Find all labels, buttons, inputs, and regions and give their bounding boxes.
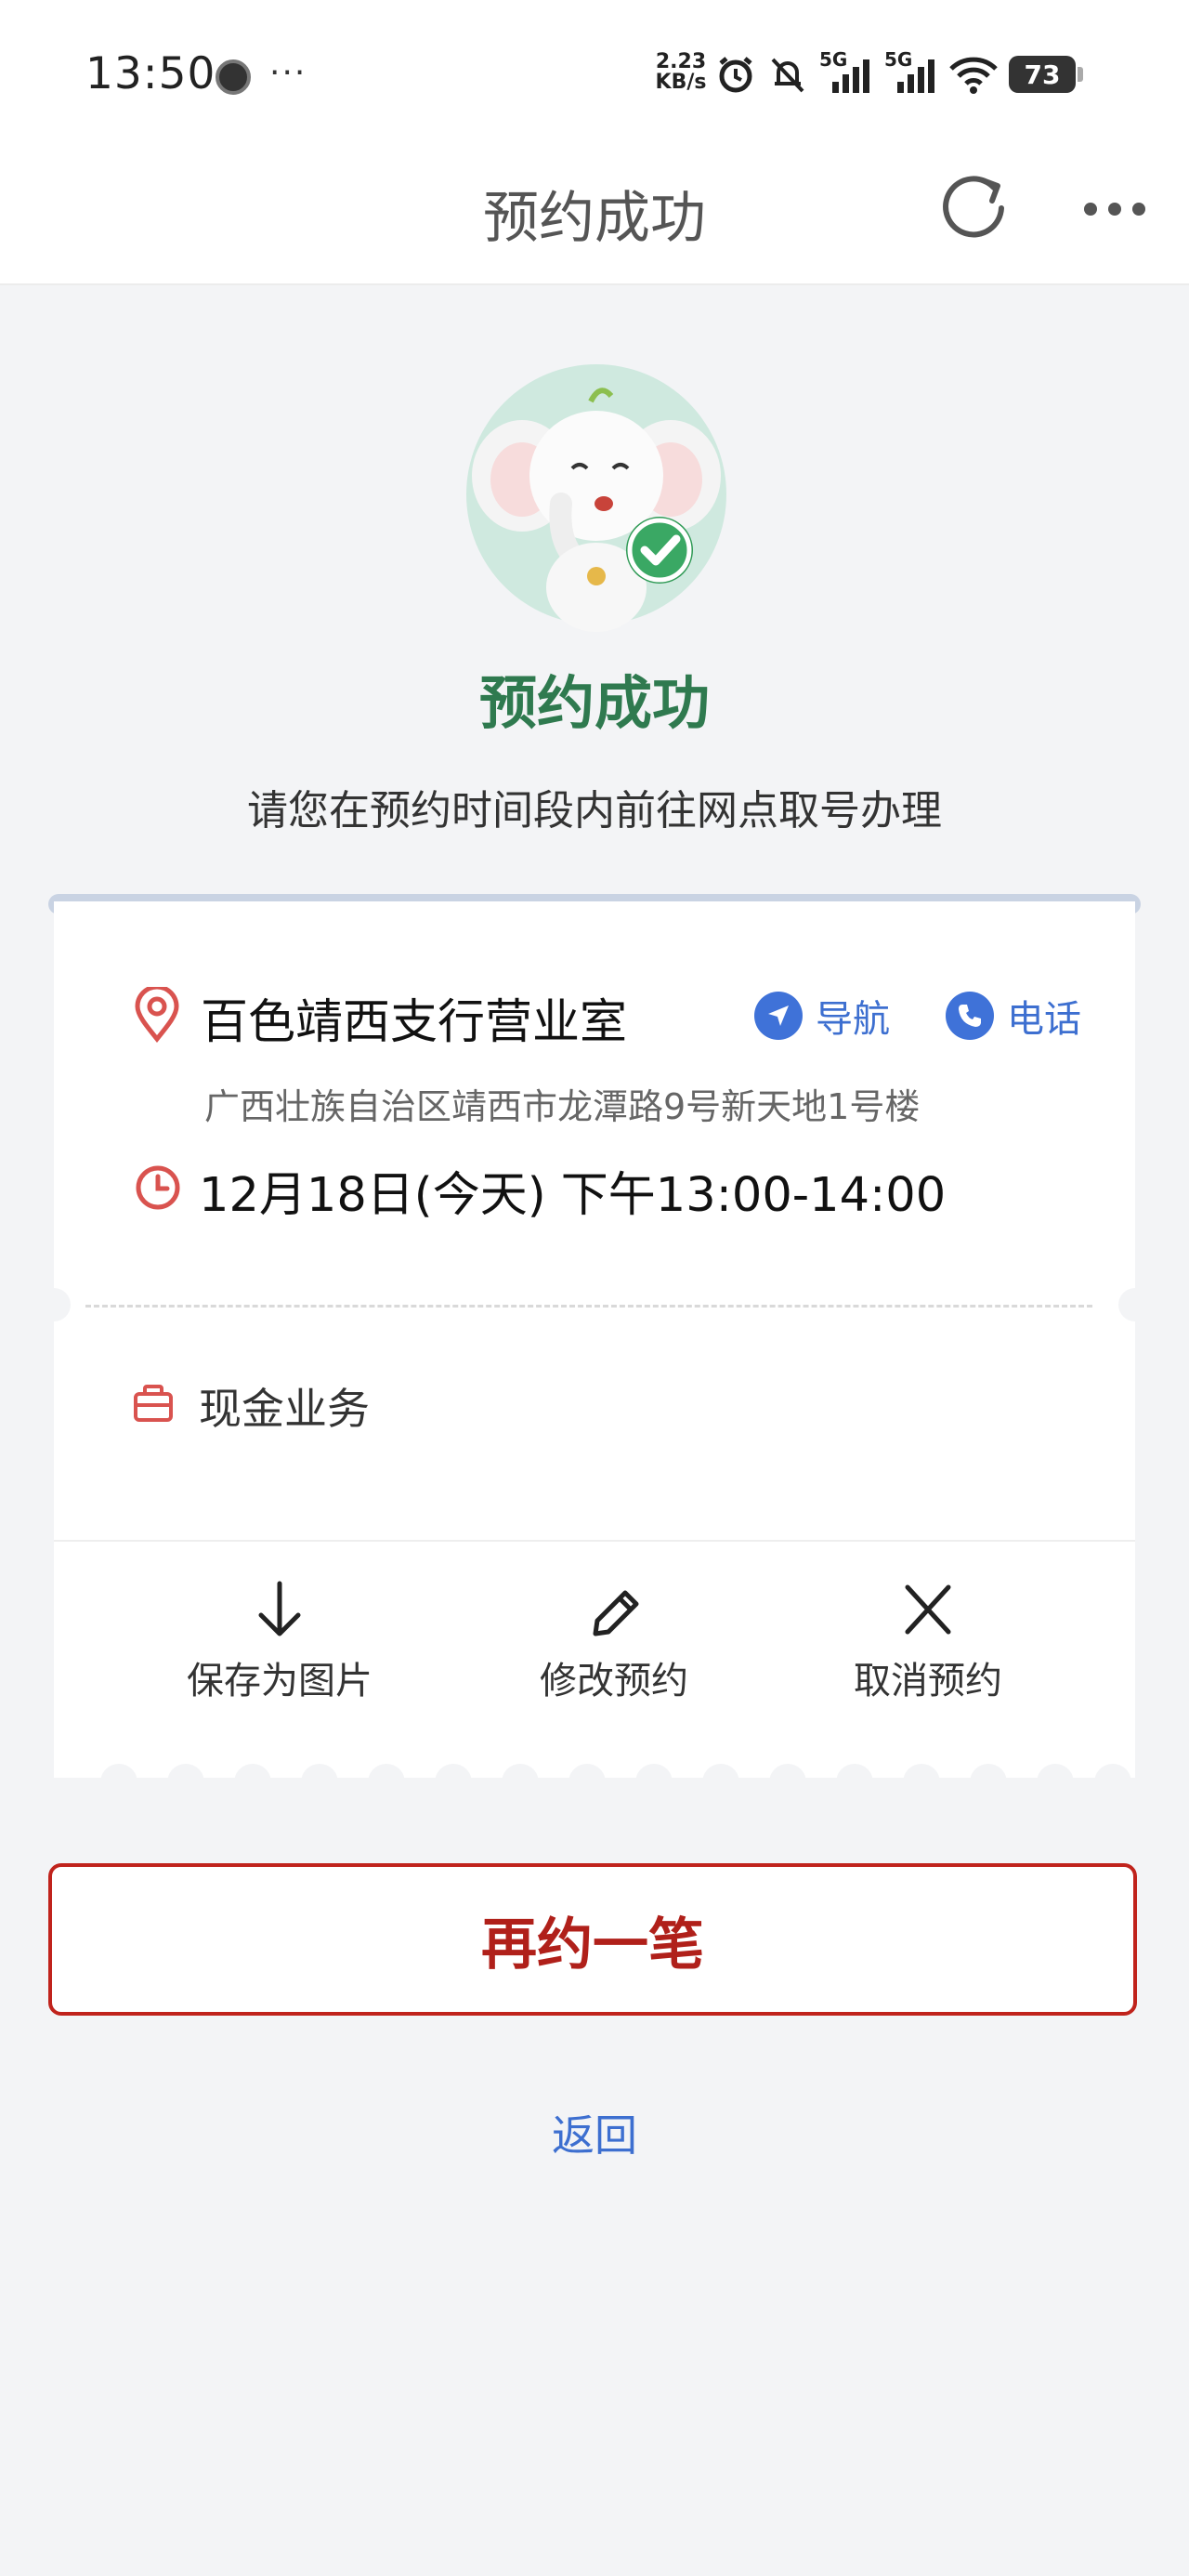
battery-level: 73 [1024, 59, 1061, 90]
net-speed: 2.23 KB/s [654, 52, 708, 93]
ticket-scallop [368, 1764, 405, 1801]
save-image-button[interactable]: 保存为图片 [173, 1580, 386, 1704]
navigate-label: 导航 [816, 998, 890, 1041]
ticket-notch-right [1118, 1288, 1152, 1321]
appointment-time: 12月18日(今天) 下午13:00-14:00 [199, 1168, 947, 1223]
modify-appointment-button[interactable]: 修改预约 [507, 1580, 721, 1704]
service-type: 现金业务 [199, 1384, 370, 1434]
more-icon[interactable] [1078, 186, 1152, 232]
cancel-appointment-button[interactable]: 取消预约 [821, 1580, 1035, 1704]
net-speed-value: 2.23 [655, 50, 707, 73]
navigation-arrow-icon [754, 992, 803, 1040]
ticket-scallop [301, 1764, 338, 1801]
signal-1: 5G [819, 48, 873, 95]
close-icon [905, 1584, 951, 1635]
briefcase-icon [134, 1385, 173, 1422]
ticket-scallop [970, 1764, 1007, 1801]
net-speed-unit: KB/s [655, 71, 707, 94]
wifi-icon [949, 57, 998, 94]
status-icons: 5G 5G 73 [715, 48, 1083, 95]
ticket-scallop [167, 1764, 204, 1801]
ticket-scallop [100, 1764, 137, 1801]
branch-address: 广西壮族自治区靖西市龙潭路9号新天地1号楼 [204, 1086, 921, 1127]
mute-bell-icon [771, 58, 804, 93]
ticket-dashed-divider [85, 1305, 1092, 1308]
cancel-appointment-label: 取消预约 [854, 1660, 1002, 1702]
battery-icon: 73 [1009, 56, 1083, 93]
ticket-scallop [903, 1764, 940, 1801]
phone-icon [946, 992, 994, 1040]
phone-button[interactable]: 电话 [946, 989, 1081, 1043]
signal-2: 5G [884, 48, 938, 95]
save-image-label: 保存为图片 [187, 1660, 372, 1702]
top-bar: 13:50 ··· 2.23 KB/s 5G 5G 73 预约成功 [0, 0, 1189, 285]
status-more-dots: ··· [269, 54, 307, 92]
ticket-scallop [836, 1764, 873, 1801]
branch-name: 百色靖西支行营业室 [201, 995, 628, 1050]
ticket-notch-left [37, 1288, 71, 1321]
phone-label: 电话 [1007, 998, 1081, 1041]
clock-icon [136, 1165, 180, 1210]
ticket-scallop [435, 1764, 472, 1801]
navigate-button[interactable]: 导航 [754, 989, 890, 1043]
refresh-icon[interactable] [936, 167, 1013, 243]
status-bar: 13:50 ··· 2.23 KB/s 5G 5G 73 [0, 0, 1189, 149]
alarm-icon [719, 57, 752, 93]
back-link[interactable]: 返回 [0, 2102, 1189, 2163]
ticket-scallop [769, 1764, 806, 1801]
ticket-scallop [568, 1764, 606, 1801]
success-title: 预约成功 [478, 669, 710, 737]
ticket-actions-divider [54, 1540, 1135, 1542]
ticket-scallop [702, 1764, 739, 1801]
ticket-scallop [1037, 1764, 1074, 1801]
ticket-scallop [635, 1764, 673, 1801]
pencil-icon [593, 1590, 639, 1636]
book-again-button[interactable]: 再约一笔 [48, 1863, 1137, 2016]
download-arrow-icon [258, 1581, 301, 1636]
modify-appointment-label: 修改预约 [540, 1660, 688, 1702]
ticket-scallop [1094, 1764, 1131, 1801]
signal-bars-icon [897, 59, 934, 93]
ticket-scallop [234, 1764, 271, 1801]
watch-icon [216, 59, 251, 95]
elephant-mascot-image [466, 364, 726, 632]
location-pin-icon [135, 987, 179, 1043]
status-time: 13:50 [85, 48, 216, 99]
signal-bars-icon [832, 59, 869, 93]
ticket-scallop [502, 1764, 539, 1801]
success-subtitle: 请您在预约时间段内前往网点取号办理 [247, 787, 942, 835]
